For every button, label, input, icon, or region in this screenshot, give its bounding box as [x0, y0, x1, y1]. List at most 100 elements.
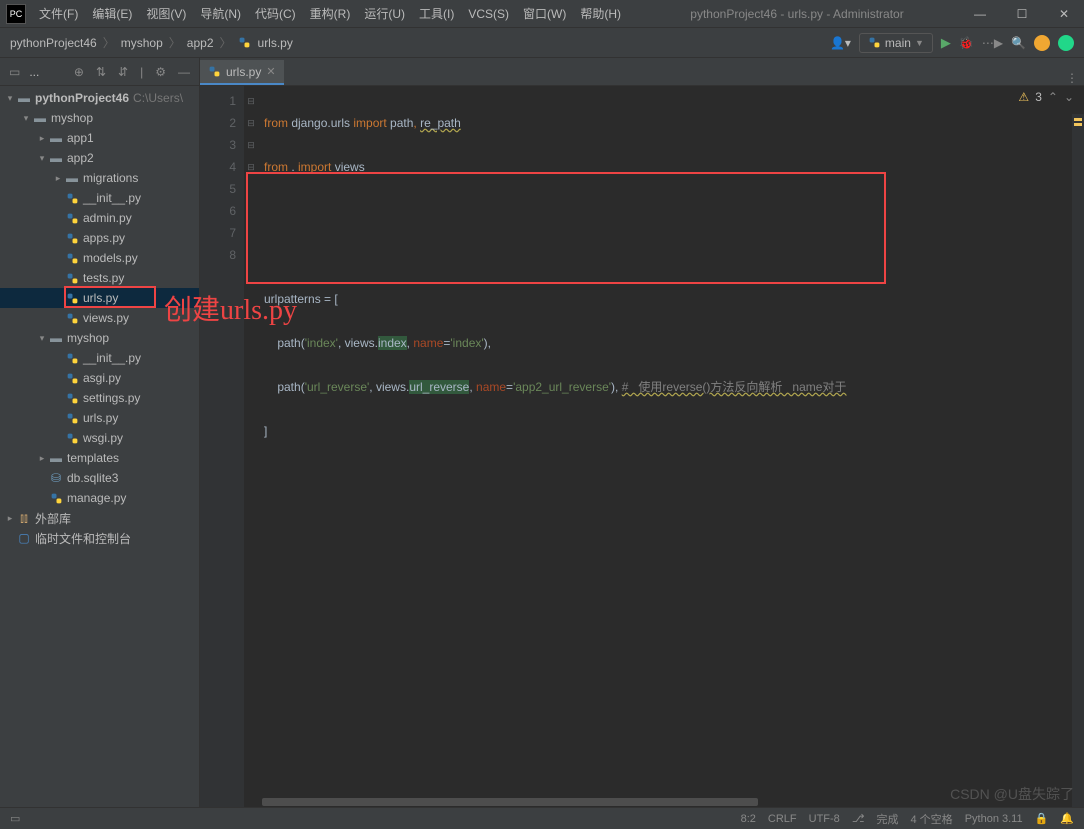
- run-button[interactable]: ▶: [941, 35, 951, 51]
- pycharm-logo: PC: [6, 4, 26, 24]
- horizontal-scrollbar[interactable]: [244, 797, 1070, 807]
- minimize-icon[interactable]: ―: [966, 4, 994, 24]
- status-spaces[interactable]: 4 个空格: [911, 811, 953, 827]
- chevron-right-icon[interactable]: ▸: [36, 133, 48, 144]
- project-view-icon[interactable]: ▭: [6, 65, 23, 79]
- hide-icon[interactable]: —: [175, 65, 193, 79]
- locate-icon[interactable]: ⊕: [71, 65, 87, 79]
- watermark: CSDN @U盘失踪了: [950, 784, 1074, 804]
- tree-file[interactable]: __init__.py: [0, 348, 199, 368]
- menu-window[interactable]: 窗口(W): [516, 5, 573, 22]
- tree-templates[interactable]: ▸▬templates: [0, 448, 199, 468]
- python-file-icon: [64, 392, 80, 405]
- tree-label: db.sqlite3: [67, 471, 118, 485]
- warning-icon[interactable]: ⚠: [1018, 90, 1029, 104]
- tree-app1[interactable]: ▸▬app1: [0, 128, 199, 148]
- ide-update-icon[interactable]: [1034, 35, 1050, 51]
- breadcrumb-project[interactable]: pythonProject46: [10, 36, 97, 50]
- tree-label: 临时文件和控制台: [35, 530, 131, 547]
- tree-migrations[interactable]: ▸▬migrations: [0, 168, 199, 188]
- tree-file[interactable]: wsgi.py: [0, 428, 199, 448]
- menu-edit[interactable]: 编辑(E): [85, 5, 139, 22]
- breadcrumb-app2[interactable]: app2: [187, 36, 214, 50]
- code-content[interactable]: from django.urls import path, re_path fr…: [244, 86, 1084, 807]
- menu-tools[interactable]: 工具(I): [412, 5, 461, 22]
- notifications-icon[interactable]: 🔔: [1060, 812, 1074, 825]
- search-icon[interactable]: 🔍: [1011, 36, 1026, 50]
- tree-db[interactable]: ⛁db.sqlite3: [0, 468, 199, 488]
- run-more-icon[interactable]: ⋯▶: [982, 36, 1003, 50]
- project-tree[interactable]: ▾ ▬ pythonProject46 C:\Users\ ▾▬myshop ▸…: [0, 86, 199, 807]
- git-icon[interactable]: ⎇: [852, 812, 865, 825]
- tree-label: myshop: [51, 111, 93, 125]
- tree-file[interactable]: settings.py: [0, 388, 199, 408]
- code-area[interactable]: 12345678 ⊟⊟⊟⊟ from django.urls import pa…: [200, 86, 1084, 807]
- chevron-down-icon[interactable]: ▾: [36, 153, 48, 164]
- breadcrumb-file[interactable]: urls.py: [258, 36, 293, 50]
- tree-label: pythonProject46: [35, 91, 129, 105]
- tree-manage[interactable]: manage.py: [0, 488, 199, 508]
- chevron-right-icon[interactable]: ▸: [36, 453, 48, 464]
- tree-file[interactable]: models.py: [0, 248, 199, 268]
- tree-label: app2: [67, 151, 94, 165]
- code-with-me-icon[interactable]: [1058, 35, 1074, 51]
- python-file-icon: [64, 352, 80, 365]
- tree-myshop[interactable]: ▾▬myshop: [0, 108, 199, 128]
- folder-icon: ▬: [48, 331, 64, 345]
- status-pos[interactable]: 8:2: [741, 813, 756, 825]
- status-python[interactable]: Python 3.11: [965, 813, 1023, 825]
- tree-file[interactable]: asgi.py: [0, 368, 199, 388]
- tree-file[interactable]: tests.py: [0, 268, 199, 288]
- tool-window-icon[interactable]: ▭: [10, 812, 20, 825]
- menu-file[interactable]: 文件(F): [32, 5, 85, 22]
- tree-root[interactable]: ▾ ▬ pythonProject46 C:\Users\: [0, 88, 199, 108]
- tree-file[interactable]: urls.py: [0, 408, 199, 428]
- expand-all-icon[interactable]: ⇅: [93, 65, 109, 79]
- status-encoding[interactable]: UTF-8: [809, 813, 840, 825]
- tree-label: views.py: [83, 311, 129, 325]
- statusbar: ▭ 8:2 CRLF UTF-8 ⎇ 完成 4 个空格 Python 3.11 …: [0, 807, 1084, 829]
- status-eol[interactable]: CRLF: [768, 813, 797, 825]
- menu-run[interactable]: 运行(U): [357, 5, 412, 22]
- annotation-text: 创建urls.py: [164, 288, 297, 328]
- down-icon[interactable]: ⌄: [1064, 90, 1074, 104]
- chevron-down-icon[interactable]: ▾: [36, 333, 48, 344]
- menu-refactor[interactable]: 重构(R): [303, 5, 358, 22]
- tab-urls[interactable]: urls.py ✕: [200, 60, 284, 85]
- run-config-dropdown[interactable]: main ▼: [859, 33, 933, 53]
- tree-file[interactable]: __init__.py: [0, 188, 199, 208]
- tree-file[interactable]: admin.py: [0, 208, 199, 228]
- close-icon[interactable]: ✕: [1050, 4, 1078, 24]
- gear-icon[interactable]: ⚙: [152, 65, 169, 79]
- chevron-down-icon[interactable]: ▾: [20, 113, 32, 124]
- folder-icon: ▬: [32, 111, 48, 125]
- menu-help[interactable]: 帮助(H): [573, 5, 628, 22]
- tree-label: __init__.py: [83, 191, 141, 205]
- chevron-down-icon[interactable]: ▾: [4, 93, 16, 104]
- up-icon[interactable]: ⌃: [1048, 90, 1058, 104]
- menu-navigate[interactable]: 导航(N): [193, 5, 248, 22]
- chevron-right-icon[interactable]: ▸: [4, 513, 16, 524]
- tree-external[interactable]: ▸⫾⫾外部库: [0, 508, 199, 528]
- debug-button[interactable]: 🐞: [959, 36, 974, 50]
- maximize-icon[interactable]: ☐: [1008, 4, 1036, 24]
- tab-close-icon[interactable]: ✕: [266, 65, 275, 78]
- breadcrumb-myshop[interactable]: myshop: [121, 36, 163, 50]
- tree-scratches[interactable]: ▢临时文件和控制台: [0, 528, 199, 548]
- menu-view[interactable]: 视图(V): [139, 5, 193, 22]
- user-icon[interactable]: 👤▾: [830, 36, 851, 50]
- collapse-all-icon[interactable]: ⇵: [115, 65, 131, 79]
- chevron-right-icon[interactable]: ▸: [52, 173, 64, 184]
- status-vcs[interactable]: 完成: [877, 811, 899, 827]
- tree-myshop-inner[interactable]: ▾▬myshop: [0, 328, 199, 348]
- python-file-icon: [64, 212, 80, 225]
- folder-icon: ▬: [48, 451, 64, 465]
- lock-icon[interactable]: 🔒: [1035, 812, 1049, 825]
- line-gutter: 12345678: [200, 86, 244, 807]
- error-stripe[interactable]: [1072, 114, 1084, 807]
- tab-more-icon[interactable]: ⋮: [1066, 71, 1078, 85]
- tree-app2[interactable]: ▾▬app2: [0, 148, 199, 168]
- menu-vcs[interactable]: VCS(S): [461, 7, 516, 21]
- menu-code[interactable]: 代码(C): [248, 5, 303, 22]
- tree-file[interactable]: apps.py: [0, 228, 199, 248]
